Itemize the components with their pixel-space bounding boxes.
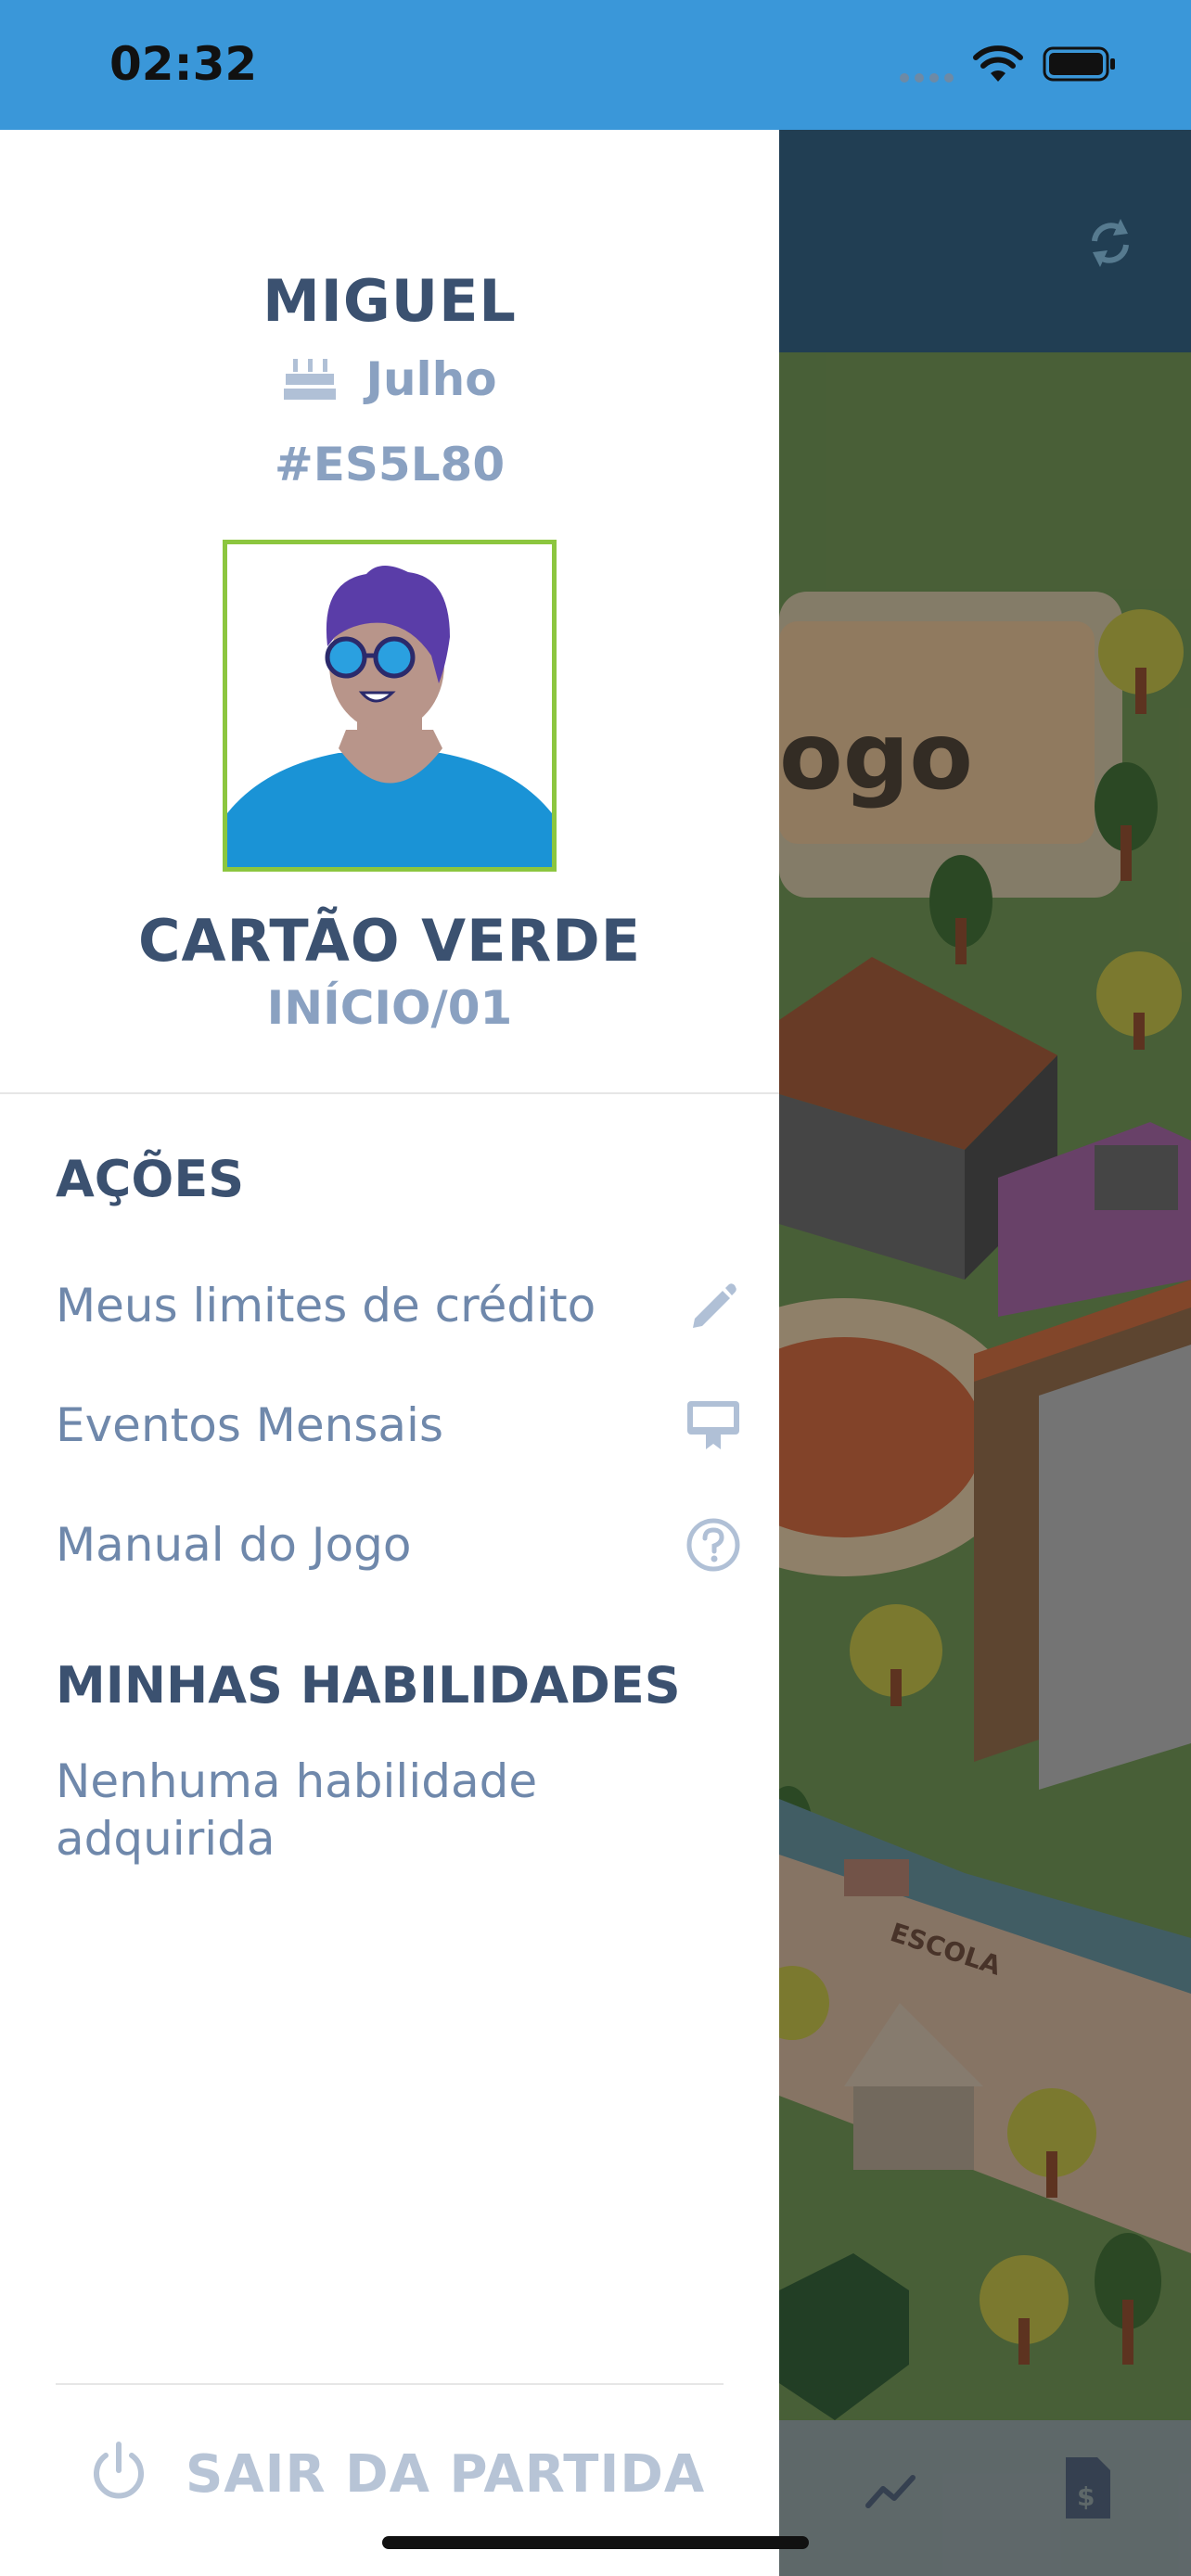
actions-title: AÇÕES <box>56 1150 245 1208</box>
logout-label: SAIR DA PARTIDA <box>186 2443 706 2505</box>
pencil-icon <box>681 1273 746 1338</box>
divider <box>56 2383 724 2385</box>
action-monthly-events[interactable]: Eventos Mensais <box>0 1379 779 1472</box>
birth-row: Julho <box>0 352 779 406</box>
divider <box>0 1092 779 1094</box>
card-subtitle: INÍCIO/01 <box>266 981 513 1035</box>
bottom-tab-bar: $ <box>779 2420 1191 2576</box>
status-icons <box>900 45 1117 83</box>
battery-icon <box>1043 45 1117 83</box>
chart-icon[interactable] <box>863 2467 918 2517</box>
wifi-icon <box>972 45 1024 83</box>
game-map-background: ogo ESCOLA $ <box>779 130 1191 2576</box>
city-illustration: ogo ESCOLA <box>779 352 1191 2420</box>
status-time: 02:32 <box>109 37 258 91</box>
card-event-icon <box>681 1393 746 1458</box>
refresh-icon[interactable] <box>1083 213 1137 276</box>
invoice-icon[interactable]: $ <box>1062 2455 1114 2524</box>
avatar <box>223 540 557 872</box>
action-credit-limits[interactable]: Meus limites de crédito <box>0 1259 779 1352</box>
status-bar: 02:32 <box>0 0 1191 130</box>
player-name: MIGUEL <box>263 267 517 335</box>
birth-month: Julho <box>365 352 497 406</box>
action-game-manual[interactable]: Manual do Jogo <box>0 1498 779 1591</box>
action-label: Eventos Mensais <box>56 1398 443 1452</box>
power-icon <box>85 2439 152 2509</box>
signal-icon <box>900 45 954 83</box>
card-title: CARTÃO VERDE <box>137 907 642 975</box>
action-label: Meus limites de crédito <box>56 1279 596 1333</box>
skills-empty-text: Nenhuma habilidade adquirida <box>56 1754 538 1866</box>
home-indicator <box>382 2536 809 2549</box>
help-circle-icon <box>681 1512 746 1577</box>
map-header <box>779 130 1191 352</box>
action-label: Manual do Jogo <box>56 1518 412 1572</box>
svg-text:$: $ <box>1077 2481 1095 2512</box>
birthday-cake-icon <box>282 353 338 405</box>
logout-button[interactable]: SAIR DA PARTIDA <box>85 2439 705 2509</box>
sign-fragment: ogo <box>779 702 973 810</box>
player-code: #ES5L80 <box>274 438 506 491</box>
skills-title: MINHAS HABILIDADES <box>56 1656 681 1715</box>
profile-section: MIGUEL Julho #ES5L80 CARTÃO VERDE INÍCIO… <box>0 130 779 1094</box>
side-drawer: MIGUEL Julho #ES5L80 CARTÃO VERDE INÍCIO… <box>0 130 779 2576</box>
